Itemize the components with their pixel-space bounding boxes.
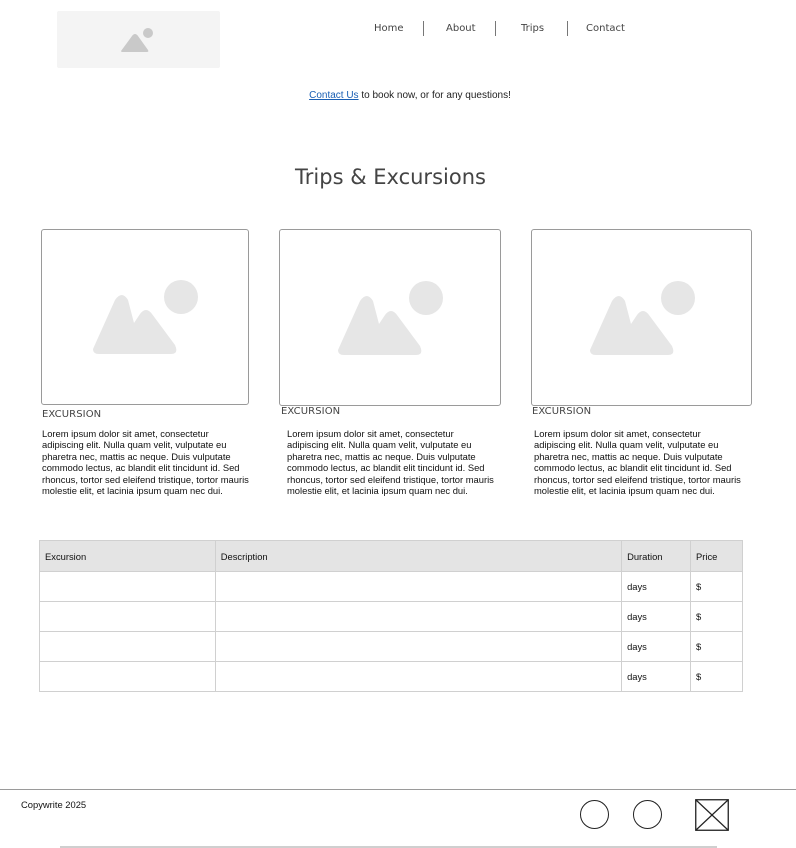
cell-excursion bbox=[39, 601, 216, 632]
cell-description bbox=[214, 571, 623, 602]
page-title: Trips & Excursions bbox=[295, 165, 486, 189]
trips-table: Excursion Description Duration Price day… bbox=[39, 540, 743, 692]
copyright-text: Copywrite 2025 bbox=[21, 799, 87, 810]
table-row: days $ bbox=[39, 631, 743, 662]
nav-home[interactable]: Home bbox=[374, 22, 404, 36]
contact-banner-text: to book now, or for any questions! bbox=[358, 90, 511, 101]
nav-about[interactable]: About bbox=[446, 22, 476, 36]
table-row: days $ bbox=[39, 661, 743, 692]
card-description: Lorem ipsum dolor sit amet, consectetur … bbox=[287, 428, 494, 496]
cell-duration: days bbox=[621, 631, 692, 662]
image-placeholder-icon bbox=[93, 280, 198, 354]
image-placeholder-icon bbox=[121, 28, 153, 52]
logo[interactable] bbox=[57, 11, 220, 68]
image-placeholder-icon bbox=[338, 280, 443, 355]
table-header-row: Excursion Description Duration Price bbox=[39, 540, 743, 572]
cell-excursion bbox=[39, 631, 216, 662]
card-description: Lorem ipsum dolor sit amet, consectetur … bbox=[42, 428, 249, 496]
cell-price: $ bbox=[690, 661, 743, 692]
header-price: Price bbox=[690, 540, 743, 572]
social-circle-icon[interactable] bbox=[580, 800, 609, 829]
card-label: EXCURSION bbox=[532, 406, 592, 417]
table-row: days $ bbox=[39, 601, 743, 632]
nav-trips[interactable]: Trips bbox=[521, 22, 544, 36]
nav-contact[interactable]: Contact bbox=[586, 22, 625, 36]
cell-description bbox=[214, 601, 623, 632]
cell-duration: days bbox=[621, 661, 692, 692]
header-duration: Duration bbox=[621, 540, 692, 572]
footer-divider bbox=[0, 789, 796, 790]
table-row: days $ bbox=[39, 571, 743, 602]
nav-divider bbox=[567, 21, 568, 36]
cell-price: $ bbox=[690, 601, 743, 632]
contact-us-link[interactable]: Contact Us bbox=[309, 90, 358, 101]
social-circle-icon[interactable] bbox=[633, 800, 662, 829]
cell-excursion bbox=[39, 571, 216, 602]
nav-divider bbox=[423, 21, 424, 36]
cell-excursion bbox=[39, 661, 216, 692]
card-label: EXCURSION bbox=[42, 409, 102, 420]
cell-description bbox=[214, 661, 623, 692]
card-description: Lorem ipsum dolor sit amet, consectetur … bbox=[534, 428, 741, 496]
card-label: EXCURSION bbox=[281, 406, 341, 417]
excursion-image[interactable] bbox=[279, 229, 501, 406]
excursion-image[interactable] bbox=[531, 229, 752, 406]
nav-divider bbox=[495, 21, 496, 36]
cell-price: $ bbox=[690, 631, 743, 662]
image-crossed-box-icon[interactable] bbox=[695, 799, 729, 831]
cell-duration: days bbox=[621, 571, 692, 602]
cell-description bbox=[214, 631, 623, 662]
header-excursion: Excursion bbox=[39, 540, 216, 572]
image-placeholder-icon bbox=[589, 280, 695, 355]
contact-banner: Contact Us to book now, or for any quest… bbox=[0, 90, 796, 101]
excursion-image[interactable] bbox=[41, 229, 249, 405]
cell-duration: days bbox=[621, 601, 692, 632]
header-description: Description bbox=[214, 540, 623, 572]
cell-price: $ bbox=[690, 571, 743, 602]
